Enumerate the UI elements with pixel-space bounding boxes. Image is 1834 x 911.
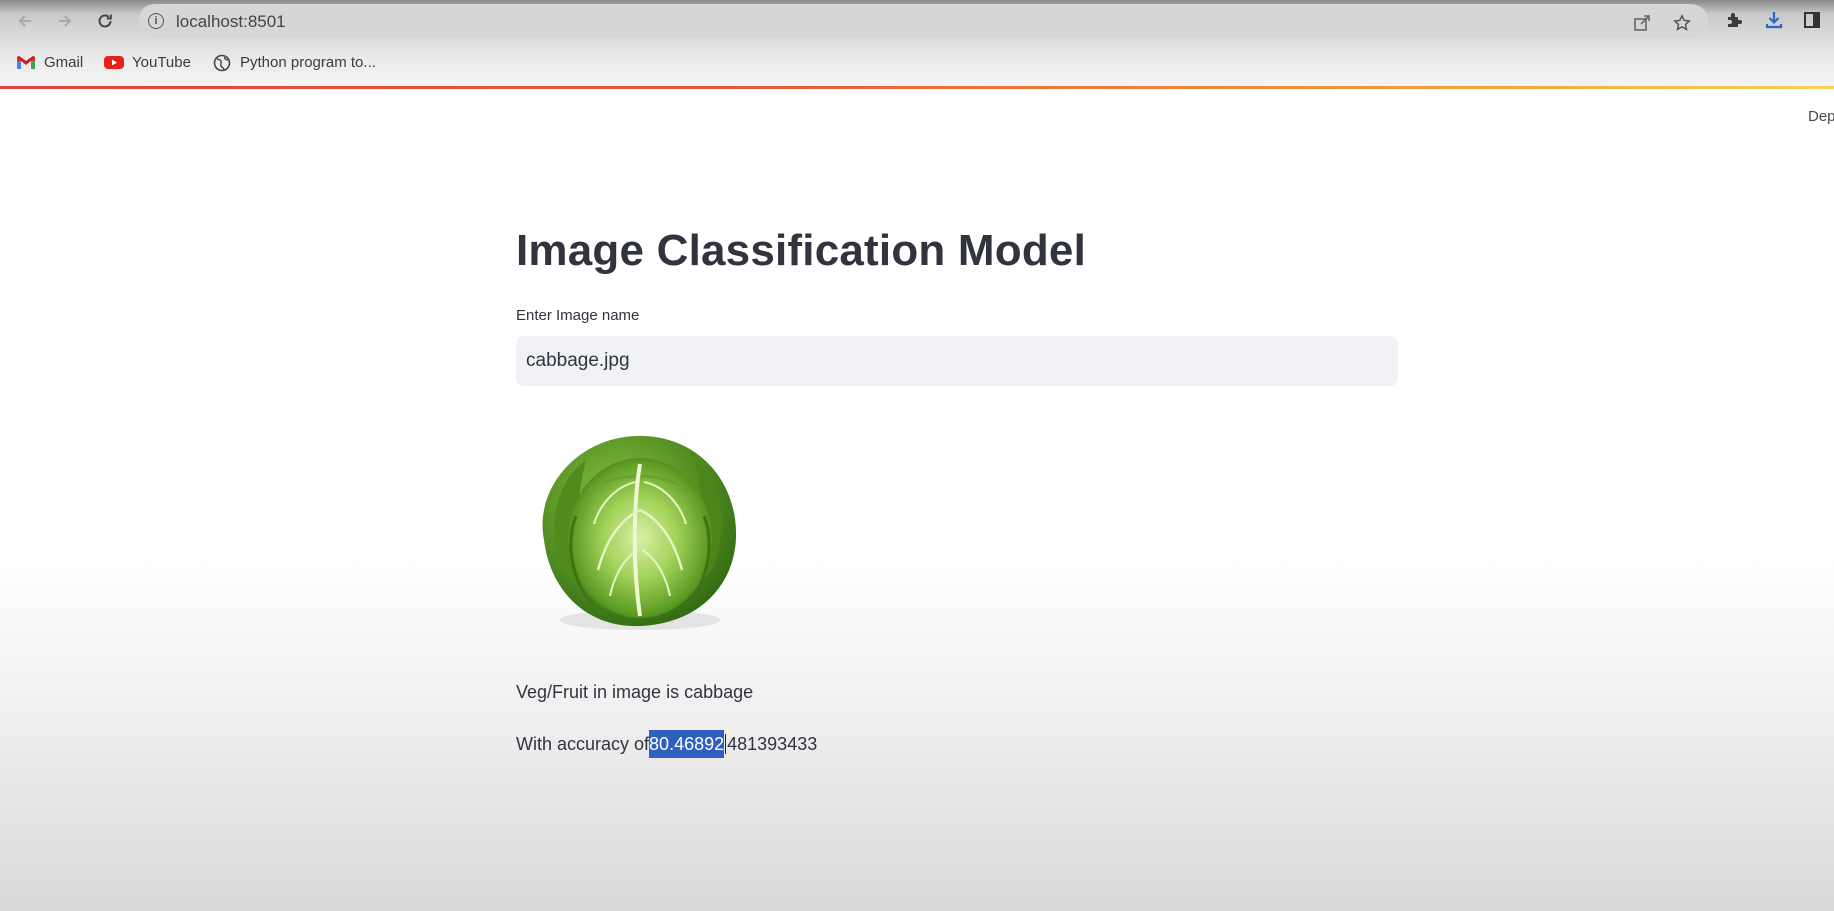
forward-arrow-icon [59, 15, 72, 27]
address-url[interactable]: localhost:8501 [176, 12, 286, 32]
bookmark-star-icon[interactable] [1671, 12, 1693, 34]
download-icon[interactable] [1762, 8, 1786, 32]
browser-toolbar: i localhost:8501 [0, 0, 1834, 42]
image-name-input[interactable] [516, 336, 1398, 386]
bookmark-python-label: Python program to... [240, 54, 376, 71]
cabbage-image [516, 420, 756, 640]
accuracy-selected-text: 80.46892 [649, 730, 725, 758]
deploy-button[interactable]: Dep [1808, 108, 1834, 125]
back-arrow-icon [18, 15, 31, 27]
bookmark-youtube[interactable]: YouTube [104, 54, 191, 71]
gmail-icon [16, 55, 36, 71]
prediction-prefix: Veg/Fruit in image is [516, 682, 680, 702]
share-icon[interactable] [1631, 12, 1653, 34]
bookmarks-bar: Gmail YouTube Python program to... [0, 42, 1834, 86]
reload-icon [98, 14, 112, 28]
prediction-value: cabbage [684, 682, 754, 702]
prediction-text: Veg/Fruit in image is cabbage [516, 682, 753, 703]
reload-button[interactable] [92, 8, 118, 34]
forward-button[interactable] [52, 8, 78, 34]
accuracy-rest: 481393433 [727, 734, 818, 754]
bookmark-python-program[interactable]: Python program to... [212, 54, 376, 71]
image-name-label: Enter Image name [516, 307, 640, 324]
back-button[interactable] [12, 8, 38, 34]
extensions-icon[interactable] [1722, 8, 1746, 32]
bookmark-gmail-label: Gmail [44, 54, 84, 71]
page-title: Image Classification Model [516, 226, 1087, 275]
text-cursor-icon [725, 734, 727, 754]
globe-icon [212, 54, 232, 71]
accuracy-prefix: With accuracy of [516, 734, 650, 754]
side-panel-icon[interactable] [1800, 8, 1824, 32]
accuracy-text: With accuracy of80.46892 481393433 [516, 730, 818, 758]
youtube-icon [104, 55, 124, 71]
bookmark-youtube-label: YouTube [132, 54, 191, 71]
site-info-icon[interactable]: i [148, 13, 164, 29]
page-loading-bar [0, 86, 1834, 89]
address-bar[interactable]: i localhost:8501 [138, 4, 1708, 38]
bookmark-gmail[interactable]: Gmail [16, 54, 83, 71]
